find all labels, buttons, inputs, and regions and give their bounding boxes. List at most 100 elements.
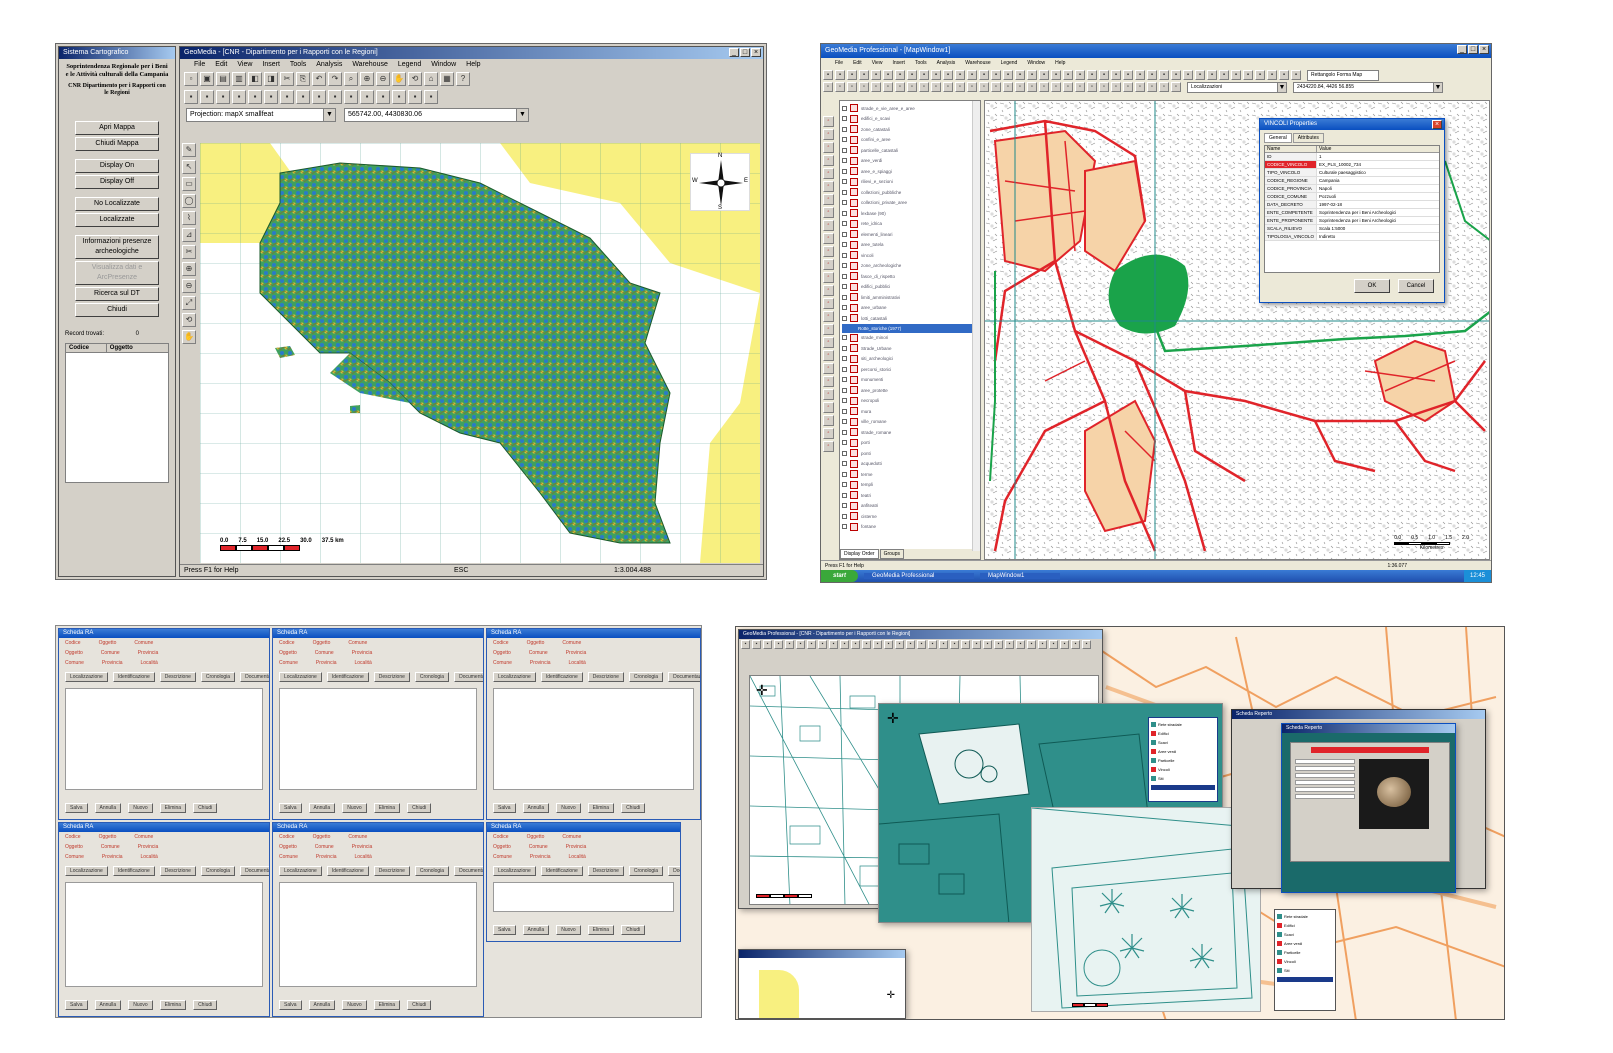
menu-legend[interactable]: Legend (1001, 58, 1018, 69)
layer-checkbox[interactable] (842, 137, 847, 143)
toolbar-tool-icon[interactable]: ▪ (994, 640, 1003, 649)
coordinates-combo[interactable]: 565742.00, 4430830.06 ▼ (344, 108, 529, 122)
side-button-8[interactable]: Ricerca sul DT (75, 287, 159, 301)
close-button[interactable]: × (1479, 45, 1489, 54)
form-button-4[interactable]: Chiudi (407, 803, 432, 813)
toolbar-tool-icon[interactable]: ▪ (1005, 640, 1014, 649)
form-button-0[interactable]: Salva (65, 1000, 88, 1010)
tab-1[interactable]: Identificazione (326, 866, 369, 876)
toolbar-tool-icon[interactable]: ▪ (424, 90, 438, 104)
toolbar-tool-icon[interactable]: ▪ (950, 640, 959, 649)
legend-item[interactable]: Scavi (1151, 738, 1215, 747)
legend-item[interactable]: mura (842, 406, 978, 417)
toolbar-tool-icon[interactable]: ▫ (1135, 82, 1145, 92)
table-header-codice[interactable]: Codice (66, 344, 107, 352)
layer-checkbox[interactable] (842, 179, 847, 185)
toolbar-tool-icon[interactable]: ▪ (796, 640, 805, 649)
toolbar-tool-icon[interactable]: ▪ (991, 70, 1001, 80)
toolbar-tool-icon[interactable]: ▪ (835, 70, 845, 80)
toolbar-tool-icon[interactable]: ▪ (1183, 70, 1193, 80)
form-button-1[interactable]: Annulla (522, 925, 550, 935)
tab-1[interactable]: Identificazione (112, 672, 155, 682)
layer-checkbox[interactable] (842, 335, 847, 341)
toolbar-tool-icon[interactable]: ▪ (939, 640, 948, 649)
toolbar-tool-icon[interactable]: ▫ (979, 82, 989, 92)
toolbar-tool-icon[interactable]: ▪ (1051, 70, 1061, 80)
toolbar-tool-icon[interactable]: ▪ (763, 640, 772, 649)
tab-0[interactable]: Localizzazione (493, 672, 536, 682)
legend-item[interactable]: zone_catastali (842, 124, 978, 135)
attribute-row[interactable]: DATA_DECRETO 1997-02-18 (1265, 201, 1439, 209)
toolbar-tool-icon[interactable]: ▫ (955, 82, 965, 92)
toolbar-tool-icon[interactable]: ⊕ (360, 72, 374, 86)
tab-3[interactable]: Cronologia (414, 866, 450, 876)
attribute-row[interactable]: ID 1 (1265, 153, 1439, 161)
legend-item[interactable]: elementi_lineari (842, 229, 978, 240)
toolbar-tool-icon[interactable]: ✂ (280, 72, 294, 86)
vertical-tool-icon[interactable]: ↖ (182, 160, 196, 174)
toolbar-tool-icon[interactable]: ▪ (829, 640, 838, 649)
toolbar-tool-icon[interactable]: ▫ (835, 82, 845, 92)
toolbar-tool-icon[interactable]: ⟲ (408, 72, 422, 86)
vertical-tool-icon[interactable]: ⊖ (182, 279, 196, 293)
vertical-tool-icon[interactable]: ◦ (823, 350, 834, 361)
legend-item[interactable]: aree_e_spiaggi (842, 166, 978, 177)
toolbar-tool-icon[interactable]: ▪ (1063, 70, 1073, 80)
toolbar-tool-icon[interactable]: ▪ (248, 90, 262, 104)
tab-4[interactable]: Documentazione (668, 866, 680, 876)
vertical-tool-icon[interactable]: ◦ (823, 207, 834, 218)
legend-item[interactable]: monumenti (842, 375, 978, 386)
layer-checkbox[interactable] (842, 366, 847, 372)
layer-checkbox[interactable] (842, 200, 847, 206)
side-button-6[interactable]: Informazioni presenze archeologiche (75, 235, 159, 259)
toolbar-tool-icon[interactable]: ↷ (328, 72, 342, 86)
toolbar-tool-icon[interactable]: ▫ (1171, 82, 1181, 92)
toolbar-tool-icon[interactable]: ▪ (1123, 70, 1133, 80)
coordinates-combo[interactable]: 2434220.84, 4426 56.855 ▼ (1293, 81, 1443, 93)
toolbar-tool-icon[interactable]: ▪ (917, 640, 926, 649)
tab-4[interactable]: Documentazione (454, 672, 483, 682)
form-button-4[interactable]: Chiudi (621, 925, 646, 935)
menu-view[interactable]: View (237, 59, 252, 70)
toolbar-tool-icon[interactable]: ▪ (296, 90, 310, 104)
tab-1[interactable]: Identificazione (326, 672, 369, 682)
toolbar-tool-icon[interactable]: ↶ (312, 72, 326, 86)
tab-0[interactable]: Localizzazione (279, 672, 322, 682)
side-button-9[interactable]: Chiudi (75, 303, 159, 317)
menu-analysis[interactable]: Analysis (937, 58, 956, 69)
toolbar-tool-icon[interactable]: ▪ (1003, 70, 1013, 80)
tab-0[interactable]: Localizzazione (279, 866, 322, 876)
toolbar-tool-icon[interactable]: ▪ (871, 70, 881, 80)
legend-item[interactable]: siti_archeologici (842, 354, 978, 365)
form-button-3[interactable]: Elimina (373, 803, 401, 813)
toolbar-tool-icon[interactable]: ▪ (873, 640, 882, 649)
toolbar-tool-icon[interactable]: ▪ (955, 70, 965, 80)
tab-3[interactable]: Cronologia (414, 672, 450, 682)
legend-item[interactable]: Strade_Urbane (842, 343, 978, 354)
toolbar-tool-icon[interactable]: ▪ (1207, 70, 1217, 80)
vertical-tool-icon[interactable]: ⊿ (182, 228, 196, 242)
toolbar-tool-icon[interactable]: ▪ (408, 90, 422, 104)
vertical-tool-icon[interactable]: ◦ (823, 402, 834, 413)
tab-4[interactable]: Documentazione (668, 672, 700, 682)
legend-item[interactable]: Rete stradale (1277, 912, 1333, 921)
legend-item[interactable]: aree_urbane (842, 303, 978, 314)
toolbar-tool-icon[interactable]: ▫ (823, 82, 833, 92)
form-button-3[interactable]: Elimina (587, 925, 615, 935)
legend-item-selected[interactable]: Rotte_storiche (1977) (842, 323, 978, 333)
toolbar-tool-icon[interactable]: ▪ (1071, 640, 1080, 649)
toolbar-tool-icon[interactable]: ▫ (1063, 82, 1073, 92)
layer-checkbox[interactable] (842, 168, 847, 174)
toolbar-tool-icon[interactable]: ▫ (883, 82, 893, 92)
toolbar-tool-icon[interactable]: ▪ (184, 90, 198, 104)
menu-insert[interactable]: Insert (892, 58, 905, 69)
form-button-1[interactable]: Annulla (308, 1000, 336, 1010)
layer-checkbox[interactable] (842, 345, 847, 351)
menu-insert[interactable]: Insert (262, 59, 280, 70)
layer-checkbox[interactable] (842, 377, 847, 383)
layer-checkbox[interactable] (842, 252, 847, 258)
form-content-area[interactable] (65, 688, 263, 790)
vertical-tool-icon[interactable]: ◦ (823, 441, 834, 452)
toolbar-tool-icon[interactable]: ▫ (1003, 82, 1013, 92)
layer-checkbox[interactable] (842, 231, 847, 237)
